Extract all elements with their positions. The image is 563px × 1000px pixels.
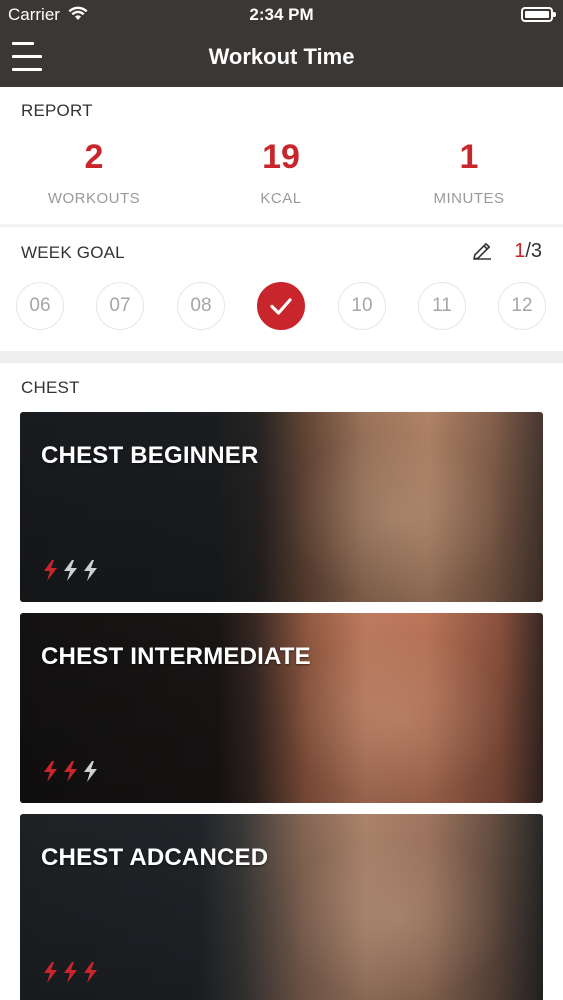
stat-kcal: 19 KCAL: [187, 137, 375, 207]
lightning-inactive-icon: [64, 560, 77, 581]
workout-title: CHEST ADCANCED: [41, 844, 269, 871]
lightning-active-icon: [44, 560, 57, 581]
report-section: REPORT 2 WORKOUTS 19 KCAL 1 MINUTES: [0, 87, 563, 224]
goal-done-count: 1: [514, 240, 526, 262]
day-07[interactable]: 07: [96, 282, 144, 330]
lightning-inactive-icon: [84, 560, 97, 581]
day-12[interactable]: 12: [498, 282, 546, 330]
workout-title: CHEST BEGINNER: [41, 442, 259, 469]
lightning-active-icon: [64, 761, 77, 782]
page-title: Workout Time: [208, 44, 355, 69]
difficulty-rating: [42, 962, 102, 984]
lightning-active-icon: [84, 962, 97, 983]
goal-progress: 1/3: [514, 240, 542, 263]
stat-minutes-value: 1: [459, 138, 479, 176]
stat-minutes-label: MINUTES: [433, 190, 505, 207]
lightning-active-icon: [44, 761, 57, 782]
difficulty-rating: [42, 560, 102, 582]
day-06[interactable]: 06: [16, 282, 64, 330]
report-label: REPORT: [21, 101, 93, 120]
pencil-icon[interactable]: [471, 240, 493, 267]
navigation-bar: Carrier 2:34 PM Workout Time: [0, 0, 563, 87]
workout-card-chest-advanced[interactable]: CHEST ADCANCED: [20, 814, 543, 1000]
lightning-inactive-icon: [84, 761, 97, 782]
lightning-active-icon: [44, 962, 57, 983]
workout-card-chest-intermediate[interactable]: CHEST INTERMEDIATE: [20, 613, 543, 803]
checkmark-icon: [270, 298, 292, 315]
lightning-active-icon: [64, 962, 77, 983]
stat-workouts: 2 WORKOUTS: [0, 137, 188, 207]
section-divider: [0, 351, 563, 363]
day-10[interactable]: 10: [338, 282, 386, 330]
day-checked[interactable]: [257, 282, 305, 330]
workout-card-chest-beginner[interactable]: CHEST BEGINNER: [20, 412, 543, 602]
difficulty-rating: [42, 761, 102, 783]
week-goal-section: WEEK GOAL 1/3 06 07 08 10 11 12: [0, 227, 563, 351]
chest-section-label: CHEST: [21, 378, 80, 397]
battery-icon: [521, 7, 556, 22]
stat-minutes: 1 MINUTES: [375, 137, 563, 207]
stat-kcal-label: KCAL: [260, 190, 302, 207]
week-goal-label: WEEK GOAL: [21, 243, 125, 262]
status-time: 2:34 PM: [249, 5, 314, 24]
day-11[interactable]: 11: [418, 282, 466, 330]
stat-workouts-label: WORKOUTS: [47, 190, 141, 207]
status-bar: Carrier 2:34 PM: [0, 0, 563, 30]
stat-workouts-value: 2: [84, 138, 104, 176]
day-08[interactable]: 08: [177, 282, 225, 330]
stat-kcal-value: 19: [262, 138, 300, 176]
goal-total: /3: [525, 240, 542, 262]
workout-title: CHEST INTERMEDIATE: [41, 643, 311, 670]
